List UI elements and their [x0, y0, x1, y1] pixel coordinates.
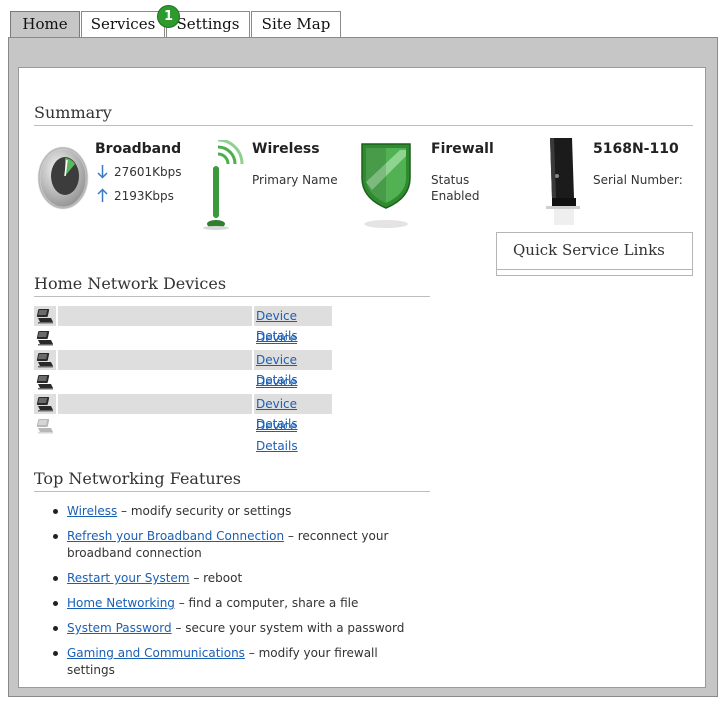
feature-link-restart-system[interactable]: Restart your System: [67, 571, 190, 585]
broadband-title: Broadband: [95, 141, 182, 157]
tab-site-map[interactable]: Site Map: [251, 11, 341, 37]
bullet-icon: [53, 509, 58, 514]
bullet-icon: [53, 601, 58, 606]
gateway-device-icon: [546, 138, 580, 225]
feature-description: – modify security or settings: [117, 504, 292, 518]
feature-description: – reboot: [189, 571, 243, 585]
broadband-download-speed: 27601Kbps: [114, 165, 182, 179]
device-row: Device Details: [34, 416, 298, 453]
feature-item: Gaming and Communications – modify your …: [67, 645, 427, 679]
bullet-icon: [53, 626, 58, 631]
summary-title: Summary: [34, 103, 112, 122]
broadband-upload-speed: 2193Kbps: [114, 189, 174, 203]
quick-service-links-divider: [497, 269, 692, 270]
tab-services[interactable]: Services: [81, 11, 165, 37]
firewall-status-label: Status: [431, 173, 470, 187]
feature-item: Home Networking – find a computer, share…: [67, 595, 427, 612]
computer-icon: [34, 306, 56, 326]
device-name: [58, 372, 252, 392]
device-model-title: 5168N-110: [593, 141, 679, 157]
download-arrow-icon: [97, 165, 108, 179]
quick-service-links-title: Quick Service Links: [513, 241, 665, 259]
features-divider: [34, 491, 430, 492]
device-details-link[interactable]: Device Details: [254, 394, 332, 431]
device-name: [58, 416, 252, 436]
feature-link-system-password[interactable]: System Password: [67, 621, 172, 635]
upload-arrow-icon: [97, 188, 108, 202]
device-name: [58, 394, 252, 414]
feature-item: Restart your System – reboot: [67, 570, 427, 587]
device-details-link[interactable]: Device Details: [254, 372, 332, 409]
home-network-title: Home Network Devices: [34, 274, 227, 293]
computer-icon: [34, 328, 56, 348]
device-row: Device Details: [34, 328, 298, 365]
broadband-gauge-icon: [37, 146, 89, 210]
firewall-title: Firewall: [431, 141, 494, 157]
bullet-icon: [53, 576, 58, 581]
step-badge: 1: [157, 5, 180, 28]
computer-icon: [34, 416, 56, 436]
device-row: Device Details: [34, 350, 332, 387]
device-details-link[interactable]: Device Details: [254, 416, 332, 453]
summary-divider: [34, 125, 693, 126]
feature-link-home-networking[interactable]: Home Networking: [67, 596, 175, 610]
firewall-shield-icon: [361, 143, 411, 228]
device-details-link[interactable]: Device Details: [254, 328, 332, 365]
feature-link-refresh-broadband[interactable]: Refresh your Broadband Connection: [67, 529, 284, 543]
features-title: Top Networking Features: [34, 469, 242, 488]
device-name: [58, 350, 252, 370]
feature-item: Refresh your Broadband Connection – reco…: [67, 528, 427, 562]
computer-icon: [34, 350, 56, 370]
device-name: [58, 328, 252, 348]
device-details-link[interactable]: Device Details: [254, 350, 332, 387]
device-details-link[interactable]: Device Details: [254, 306, 332, 343]
quick-service-links-box: Quick Service Links: [496, 232, 693, 276]
feature-item: System Password – secure your system wit…: [67, 620, 427, 637]
device-row: Device Details: [34, 306, 332, 343]
bullet-icon: [53, 534, 58, 539]
firewall-status-value: Enabled: [431, 189, 480, 203]
device-serial-label: Serial Number:: [593, 173, 683, 187]
feature-link-wireless[interactable]: Wireless: [67, 504, 117, 518]
computer-icon: [34, 372, 56, 392]
feature-item: Wireless – modify security or settings: [67, 503, 427, 520]
feature-description: – find a computer, share a file: [174, 596, 359, 610]
device-row: Device Details: [34, 372, 298, 409]
bullet-icon: [53, 651, 58, 656]
wireless-title: Wireless: [252, 141, 320, 157]
feature-link-gaming-communications[interactable]: Gaming and Communications: [67, 646, 245, 660]
wireless-primary-name: Primary Name: [252, 173, 338, 187]
device-name: [58, 306, 252, 326]
device-row: Device Details: [34, 394, 332, 431]
tab-home[interactable]: Home: [10, 11, 80, 39]
computer-icon: [34, 394, 56, 414]
wireless-antenna-icon: [203, 140, 244, 230]
home-network-divider: [34, 296, 430, 297]
feature-description: – secure your system with a password: [171, 621, 405, 635]
